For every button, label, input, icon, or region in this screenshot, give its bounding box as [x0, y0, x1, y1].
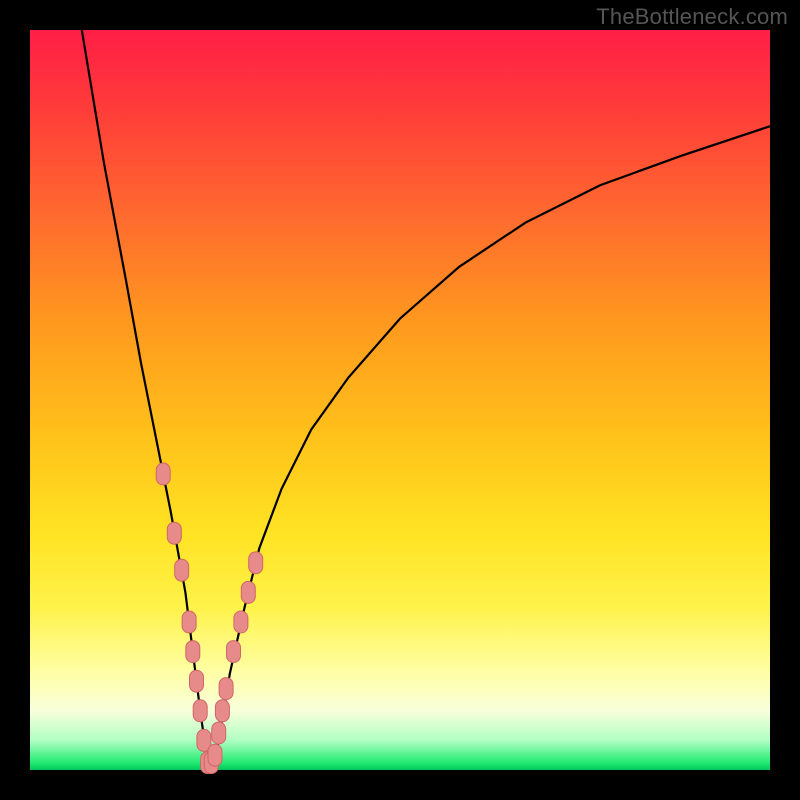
marker-point [208, 744, 222, 766]
bottleneck-curve [82, 30, 770, 763]
marker-point [215, 700, 229, 722]
marker-point [219, 678, 233, 700]
watermark-text: TheBottleneck.com [596, 4, 788, 30]
marker-point [227, 641, 241, 663]
chart-frame: TheBottleneck.com [0, 0, 800, 800]
marker-point [212, 722, 226, 744]
marker-point [167, 522, 181, 544]
marker-point [234, 611, 248, 633]
marker-point [175, 559, 189, 581]
marker-point [249, 552, 263, 574]
plot-area [30, 30, 770, 770]
curve-layer [30, 30, 770, 770]
marker-point [193, 700, 207, 722]
marker-point [156, 463, 170, 485]
marker-point [186, 641, 200, 663]
marker-group [156, 463, 263, 774]
marker-point [241, 581, 255, 603]
marker-point [182, 611, 196, 633]
marker-point [190, 670, 204, 692]
